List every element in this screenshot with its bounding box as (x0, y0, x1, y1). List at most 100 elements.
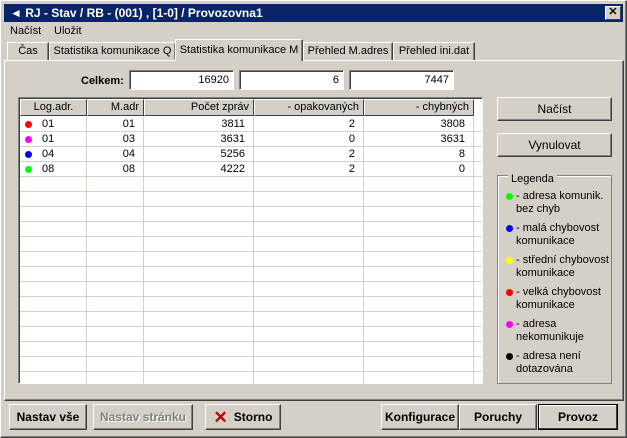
legend-text: - adresa komunik. bez chyb (516, 190, 604, 215)
legend-text: - malá chybovost komunikace (516, 222, 600, 247)
table-row[interactable] (20, 327, 482, 342)
cell-value: 3631 (440, 133, 465, 145)
table-cell-log (20, 192, 87, 207)
legend-title: Legenda (508, 173, 557, 185)
status-dot-icon (25, 136, 32, 143)
table-cell-chyb (364, 252, 474, 267)
table-row[interactable] (20, 192, 482, 207)
table-cell-log (20, 207, 87, 222)
tab-cas[interactable]: Čas (7, 42, 49, 60)
title-bar[interactable]: ◄ RJ - Stav / RB - (001) , [1-0] / Provo… (4, 4, 623, 22)
table-cell-madr: 03 (87, 132, 144, 147)
table-cell-madr (87, 207, 144, 222)
table-cell-opak (254, 357, 364, 372)
table-cell-log (20, 267, 87, 282)
table-row[interactable] (20, 222, 482, 237)
nastav-stranku-button: Nastav stránku (93, 404, 193, 430)
cell-value: 2 (348, 163, 355, 175)
col-header-madr[interactable]: M.adr (87, 99, 144, 116)
table-row[interactable]: 08 08 4222 2 0 (20, 162, 482, 177)
totals-label: Celkem: (81, 75, 124, 87)
table-row[interactable] (20, 207, 482, 222)
cell-value: 3811 (221, 118, 245, 130)
table-cell-opak: 2 (254, 162, 364, 177)
table-cell-chyb (364, 297, 474, 312)
cell-value: 3808 (440, 118, 465, 130)
table-cell-log (20, 357, 87, 372)
table-row[interactable] (20, 297, 482, 312)
statistics-grid[interactable]: Log.adr. M.adr Počet zpráv - opakovaných… (18, 97, 483, 384)
table-row[interactable] (20, 177, 482, 192)
table-cell-pocet (144, 282, 254, 297)
table-row[interactable]: 01 01 3811 2 3808 (20, 117, 482, 132)
table-row[interactable] (20, 342, 482, 357)
table-cell-madr: 08 (87, 162, 144, 177)
table-row[interactable] (20, 237, 482, 252)
table-cell-opak: 0 (254, 132, 364, 147)
table-cell-opak (254, 192, 364, 207)
status-dot-icon (25, 121, 32, 128)
legend-dot-icon (506, 225, 513, 232)
cell-value: 08 (122, 163, 135, 175)
table-cell-chyb (364, 237, 474, 252)
table-row[interactable] (20, 312, 482, 327)
menu-item-nacist[interactable]: Načíst (10, 23, 41, 39)
cell-value: 03 (122, 133, 135, 145)
col-header-opakovanych[interactable]: - opakovaných (254, 99, 364, 116)
col-header-logadr[interactable]: Log.adr. (20, 99, 87, 116)
table-cell-opak (254, 222, 364, 237)
table-row[interactable]: 01 03 3631 0 3631 (20, 132, 482, 147)
table-cell-pocet (144, 222, 254, 237)
tab-prehled-madres[interactable]: Přehled M.adres (303, 42, 393, 60)
table-cell-madr (87, 192, 144, 207)
close-button[interactable]: ✕ (605, 6, 621, 20)
table-cell-chyb (364, 342, 474, 357)
table-cell-opak (254, 342, 364, 357)
tab-statistika-q[interactable]: Statistika komunikace Q (49, 42, 176, 60)
table-cell-pocet: 3811 (144, 117, 254, 132)
menu-item-ulozit[interactable]: Uložit (54, 23, 82, 39)
legend-text: - střední chybovost komunikace (516, 254, 609, 279)
close-icon: ✕ (608, 6, 618, 18)
table-row[interactable]: 04 04 5256 2 8 (20, 147, 482, 162)
table-cell-madr (87, 267, 144, 282)
window-title-text: RJ - Stav / RB - (001) , [1-0] / Provozo… (25, 6, 263, 20)
vynulovat-button[interactable]: Vynulovat (497, 133, 612, 157)
legend-dot-icon (506, 289, 513, 296)
table-cell-madr (87, 312, 144, 327)
table-cell-pocet (144, 327, 254, 342)
table-row[interactable] (20, 282, 482, 297)
table-row[interactable] (20, 267, 482, 282)
provoz-label: Provoz (557, 410, 598, 424)
legend-dot-icon (506, 193, 513, 200)
table-cell-madr (87, 372, 144, 383)
cell-value: 04 (42, 148, 55, 160)
storno-button[interactable]: ✕ Storno (205, 404, 281, 430)
table-cell-opak (254, 177, 364, 192)
table-cell-pocet (144, 207, 254, 222)
col-header-pocet[interactable]: Počet zpráv (144, 99, 254, 116)
poruchy-button[interactable]: Poruchy (459, 404, 537, 430)
col-header-chybnych[interactable]: - chybných (364, 99, 474, 116)
table-cell-log (20, 222, 87, 237)
provoz-button[interactable]: Provoz (538, 404, 618, 430)
tab-prehled-inidat[interactable]: Přehled ini.dat (393, 42, 475, 60)
table-row[interactable] (20, 357, 482, 372)
nacist-button[interactable]: Načíst (497, 97, 612, 121)
nastav-vse-button[interactable]: Nastav vše (9, 404, 87, 430)
table-cell-pocet (144, 357, 254, 372)
total-chybnych-field: 7447 (349, 70, 454, 90)
table-cell-madr (87, 177, 144, 192)
legend-dot-icon (506, 321, 513, 328)
tab-strip: Čas Statistika komunikace Q Statistika k… (4, 39, 624, 61)
table-cell-opak (254, 282, 364, 297)
tab-statistika-m[interactable]: Statistika komunikace M (175, 39, 303, 61)
table-row[interactable] (20, 372, 482, 383)
table-cell-madr (87, 252, 144, 267)
cancel-x-icon: ✕ (213, 407, 228, 427)
konfigurace-button[interactable]: Konfigurace (381, 404, 459, 430)
table-row[interactable] (20, 252, 482, 267)
table-cell-pocet (144, 312, 254, 327)
legend-group: Legenda - adresa komunik. bez chyb - malá… (497, 173, 612, 384)
cell-value: 04 (122, 148, 135, 160)
